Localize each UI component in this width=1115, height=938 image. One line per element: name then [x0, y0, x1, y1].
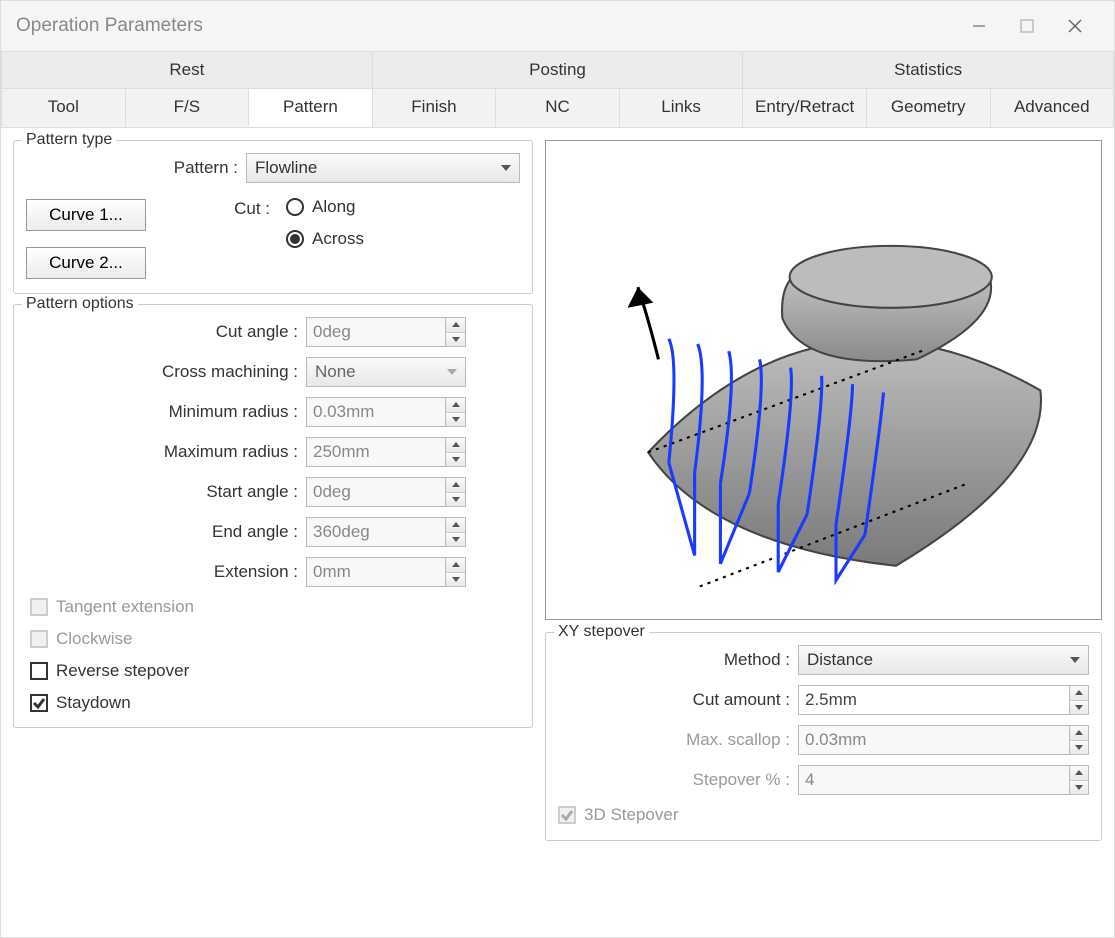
minimize-button[interactable]	[955, 1, 1003, 51]
method-label: Method :	[558, 650, 798, 670]
min-radius-input[interactable]	[306, 397, 466, 427]
tab-geometry[interactable]: Geometry	[866, 88, 990, 127]
extension-input[interactable]	[306, 557, 466, 587]
chevron-down-icon	[1070, 657, 1080, 663]
legend-pattern-type: Pattern type	[22, 131, 116, 149]
close-button[interactable]	[1051, 1, 1099, 51]
spin-down-icon	[446, 333, 465, 347]
end-angle-label: End angle :	[26, 522, 306, 542]
max-scallop-input[interactable]	[798, 725, 1089, 755]
pattern-preview	[545, 140, 1102, 620]
tab-posting[interactable]: Posting	[372, 51, 743, 88]
tab-nc[interactable]: NC	[495, 88, 619, 127]
tab-advanced[interactable]: Advanced	[990, 88, 1115, 127]
tangent-extension-checkbox: Tangent extension	[30, 597, 520, 617]
fieldset-pattern-type: Pattern type Pattern : Flowline Curve 1.…	[13, 140, 533, 294]
method-select[interactable]: Distance	[798, 645, 1089, 675]
pattern-select-value: Flowline	[255, 158, 317, 178]
curve1-button[interactable]: Curve 1...	[26, 199, 146, 231]
min-radius-label: Minimum radius :	[26, 402, 306, 422]
method-value: Distance	[807, 650, 873, 670]
flowline-preview-icon	[560, 153, 1087, 607]
stepover-pct-input[interactable]	[798, 765, 1089, 795]
fieldset-xy-stepover: XY stepover Method : Distance Cut amount…	[545, 632, 1102, 841]
start-angle-input[interactable]	[306, 477, 466, 507]
tab-rest[interactable]: Rest	[1, 51, 372, 88]
cut-across-radio[interactable]: Across	[286, 229, 364, 249]
cut-amount-input[interactable]	[798, 685, 1089, 715]
tab-pattern[interactable]: Pattern	[248, 88, 372, 127]
cut-angle-label: Cut angle :	[26, 322, 306, 342]
curve2-button[interactable]: Curve 2...	[26, 247, 146, 279]
end-angle-input[interactable]	[306, 517, 466, 547]
pattern-select[interactable]: Flowline	[246, 153, 520, 183]
chevron-down-icon	[447, 369, 457, 375]
pattern-label: Pattern :	[26, 158, 246, 178]
tabrow-lower: Tool F/S Pattern Finish NC Links Entry/R…	[1, 88, 1114, 127]
extension-label: Extension :	[26, 562, 306, 582]
reverse-stepover-checkbox[interactable]: Reverse stepover	[30, 661, 520, 681]
tab-statistics[interactable]: Statistics	[742, 51, 1114, 88]
tabrow-upper: Rest Posting Statistics	[1, 51, 1114, 88]
chevron-down-icon	[501, 165, 511, 171]
fieldset-pattern-options: Pattern options Cut angle : Cross machin…	[13, 304, 533, 728]
cross-machining-value: None	[315, 362, 356, 382]
cut-along-label: Along	[312, 197, 355, 217]
3d-stepover-checkbox: 3D Stepover	[558, 805, 679, 825]
stepover-pct-label: Stepover % :	[558, 770, 798, 790]
cut-angle-input[interactable]	[306, 317, 466, 347]
cut-label: Cut :	[162, 193, 270, 219]
cut-along-radio[interactable]: Along	[286, 197, 364, 217]
spin-up-icon	[446, 318, 465, 333]
tab-fs[interactable]: F/S	[125, 88, 249, 127]
tab-tool[interactable]: Tool	[1, 88, 125, 127]
cross-machining-label: Cross machining :	[26, 362, 306, 382]
cut-across-label: Across	[312, 229, 364, 249]
staydown-checkbox[interactable]: Staydown	[30, 693, 520, 713]
cross-machining-select[interactable]: None	[306, 357, 466, 387]
clockwise-checkbox: Clockwise	[30, 629, 520, 649]
tab-links[interactable]: Links	[619, 88, 743, 127]
cut-amount-label: Cut amount :	[558, 690, 798, 710]
max-radius-label: Maximum radius :	[26, 442, 306, 462]
tab-finish[interactable]: Finish	[372, 88, 496, 127]
max-scallop-label: Max. scallop :	[558, 730, 798, 750]
titlebar: Operation Parameters	[1, 1, 1114, 51]
window-title: Operation Parameters	[16, 15, 955, 37]
maximize-button[interactable]	[1003, 1, 1051, 51]
legend-pattern-options: Pattern options	[22, 295, 138, 313]
legend-xy-stepover: XY stepover	[554, 623, 649, 641]
tab-entry-retract[interactable]: Entry/Retract	[742, 88, 866, 127]
start-angle-label: Start angle :	[26, 482, 306, 502]
max-radius-input[interactable]	[306, 437, 466, 467]
